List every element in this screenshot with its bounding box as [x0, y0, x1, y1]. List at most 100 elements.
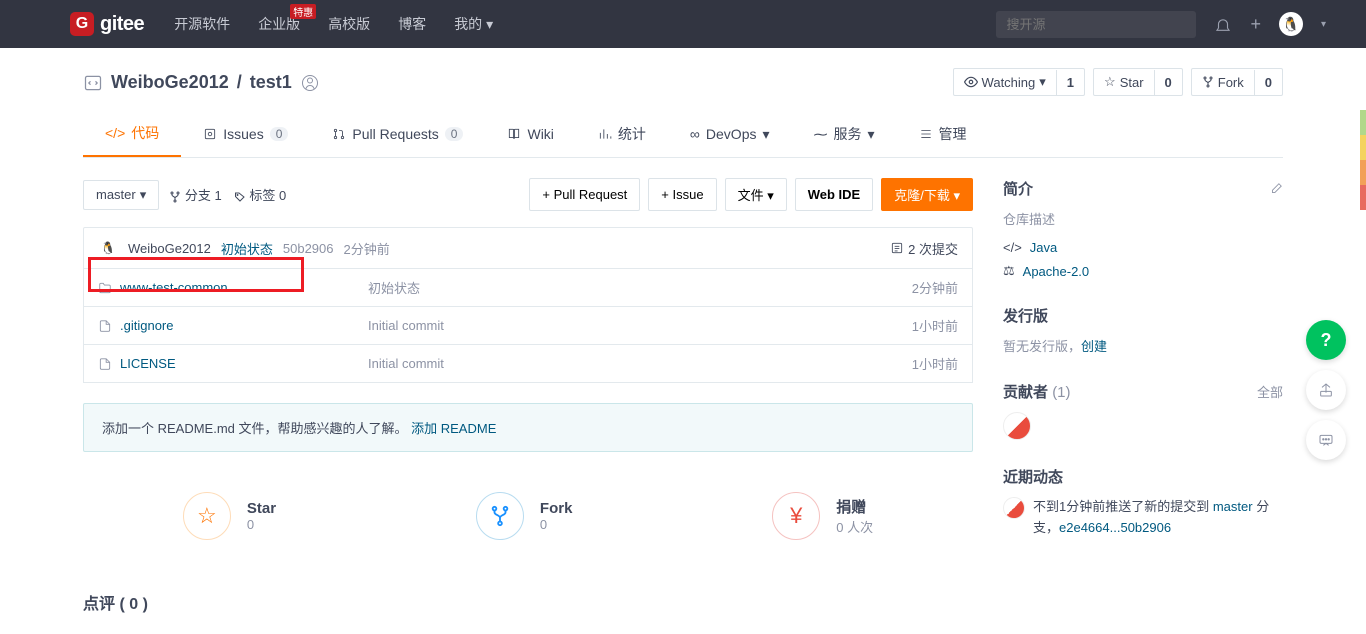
share-button[interactable]: [1306, 370, 1346, 410]
license-icon: ⚖: [1003, 263, 1015, 279]
help-button[interactable]: ?: [1306, 320, 1346, 360]
nav-right: + 🐧 ▾: [996, 11, 1326, 38]
web-ide-button[interactable]: Web IDE: [795, 178, 874, 211]
top-nav: G gitee 开源软件 企业版 特惠 高校版 博客 我的 ▾ + 🐧 ▾: [0, 0, 1366, 48]
repo-actions: Watching▾ 1 ☆ Star 0 Fork 0: [953, 68, 1283, 96]
service-icon: ⁓: [814, 126, 828, 143]
activity-avatar[interactable]: [1003, 497, 1025, 519]
star-button[interactable]: ☆ Star 0: [1093, 68, 1183, 96]
add-readme-link[interactable]: 添加 README: [411, 421, 496, 436]
file-button[interactable]: 文件 ▾: [725, 178, 787, 211]
commit-time: 2分钟前: [344, 239, 390, 258]
stats-icon: [598, 127, 612, 141]
tab-service[interactable]: ⁓服务▾: [792, 111, 897, 157]
branch-icon: [169, 191, 181, 203]
issues-icon: [203, 127, 217, 141]
file-message[interactable]: Initial commit: [368, 318, 912, 333]
info-links: 分支 1 标签 0: [169, 185, 286, 204]
repo-tabs: </>代码 Issues0 Pull Requests0 Wiki 统计 ∞De…: [83, 111, 1283, 158]
contributor-avatar[interactable]: [1003, 412, 1031, 440]
file-name-link[interactable]: LICENSE: [120, 356, 176, 371]
nav-links: 开源软件 企业版 特惠 高校版 博客 我的 ▾: [174, 14, 493, 34]
file-time: 1小时前: [912, 354, 958, 373]
stat-fork[interactable]: Fork0: [476, 492, 573, 540]
file-name-link[interactable]: .gitignore: [120, 318, 173, 333]
activity-text: 不到1分钟前推送了新的提交到 master 分支，e2e4664...50b29…: [1033, 497, 1283, 539]
tab-stats[interactable]: 统计: [576, 111, 668, 157]
side-colorbar: [1360, 110, 1366, 210]
file-row[interactable]: LICENSE Initial commit 1小时前: [84, 345, 972, 382]
nav-blog[interactable]: 博客: [398, 14, 426, 34]
sidebar-releases: 发行版 暂无发行版，创建: [1003, 305, 1283, 355]
file-list: www-test-common 初始状态 2分钟前 .gitignore Ini…: [83, 269, 973, 383]
stat-star[interactable]: ☆ Star0: [183, 492, 276, 540]
tab-code[interactable]: </>代码: [83, 111, 181, 157]
pull-request-button[interactable]: + Pull Request: [529, 178, 640, 211]
branches-link[interactable]: 分支 1: [169, 185, 221, 204]
sidebar-activity: 近期动态 不到1分钟前推送了新的提交到 master 分支，e2e4664...…: [1003, 466, 1283, 539]
logo[interactable]: G gitee: [70, 12, 144, 36]
file-time: 1小时前: [912, 316, 958, 335]
file-row[interactable]: .gitignore Initial commit 1小时前: [84, 307, 972, 345]
fork-button[interactable]: Fork 0: [1191, 68, 1283, 96]
clone-button[interactable]: 克隆/下载 ▾: [881, 178, 973, 211]
star-icon: ☆: [183, 492, 231, 540]
commit-sha[interactable]: 50b2906: [283, 241, 334, 256]
manage-icon: [919, 127, 933, 141]
sidebar-intro: 简介 仓库描述 </>Java ⚖Apache-2.0: [1003, 178, 1283, 279]
logo-icon: G: [70, 12, 94, 36]
tab-devops[interactable]: ∞DevOps▾: [668, 111, 792, 157]
repo-owner-link[interactable]: WeiboGe2012: [111, 72, 229, 93]
nav-mine[interactable]: 我的 ▾: [454, 14, 493, 34]
chevron-down-icon[interactable]: ▾: [1321, 19, 1326, 30]
bell-icon[interactable]: [1214, 14, 1232, 35]
language-item: </>Java: [1003, 240, 1283, 255]
repo-name-link[interactable]: test1: [250, 72, 292, 93]
activity-sha-link[interactable]: e2e4664...50b2906: [1059, 520, 1171, 535]
create-release-link[interactable]: 创建: [1081, 339, 1107, 354]
branch-select[interactable]: master ▾: [83, 180, 159, 210]
tags-link[interactable]: 标签 0: [234, 185, 286, 204]
code-tab-icon: </>: [105, 125, 125, 141]
nav-enterprise[interactable]: 企业版 特惠: [258, 14, 300, 34]
search-input[interactable]: [996, 11, 1196, 38]
stat-donate[interactable]: ¥ 捐赠0 人次: [772, 492, 873, 540]
file-name-link[interactable]: www-test-common: [120, 280, 228, 295]
tab-manage[interactable]: 管理: [897, 111, 989, 157]
file-icon: [98, 318, 112, 334]
nav-open-source[interactable]: 开源软件: [174, 14, 230, 34]
readme-prompt: 添加一个 README.md 文件，帮助感兴趣的人了解。 添加 README: [83, 403, 973, 452]
edit-icon[interactable]: [1269, 181, 1283, 197]
wiki-icon: [507, 127, 521, 141]
tab-pr[interactable]: Pull Requests0: [310, 111, 485, 157]
fork-icon: [476, 492, 524, 540]
tab-wiki[interactable]: Wiki: [485, 111, 575, 157]
float-buttons: ?: [1306, 320, 1346, 460]
file-message[interactable]: 初始状态: [368, 278, 912, 297]
commit-bar: 🐧 WeiboGe2012 初始状态 50b2906 2分钟前 2 次提交: [83, 227, 973, 269]
commit-count[interactable]: 2 次提交: [890, 239, 958, 258]
issue-button[interactable]: + Issue: [648, 178, 716, 211]
code-icon: [83, 71, 103, 92]
toolbar: master ▾ 分支 1 标签 0 + Pull Request + Issu…: [83, 178, 973, 211]
nav-education[interactable]: 高校版: [328, 14, 370, 34]
all-contributors-link[interactable]: 全部: [1257, 382, 1283, 401]
user-avatar[interactable]: 🐧: [1279, 12, 1303, 36]
sidebar-contributors: 贡献者 (1)全部: [1003, 381, 1283, 440]
activity-branch-link[interactable]: master: [1213, 499, 1253, 514]
file-row[interactable]: www-test-common 初始状态 2分钟前: [84, 269, 972, 307]
license-item: ⚖Apache-2.0: [1003, 263, 1283, 279]
repo-header: WeiboGe2012 / test1 Watching▾ 1 ☆ Star 0…: [83, 68, 1283, 111]
commit-author[interactable]: WeiboGe2012: [128, 241, 211, 256]
watching-button[interactable]: Watching▾ 1: [953, 68, 1085, 96]
donate-icon: ¥: [772, 492, 820, 540]
repo-description: 仓库描述: [1003, 209, 1283, 228]
repo-title: WeiboGe2012 / test1: [83, 71, 320, 92]
devops-icon: ∞: [690, 126, 700, 142]
tab-issues[interactable]: Issues0: [181, 111, 310, 157]
plus-icon[interactable]: +: [1250, 14, 1261, 35]
file-message[interactable]: Initial commit: [368, 356, 912, 371]
feedback-button[interactable]: [1306, 420, 1346, 460]
folder-icon: [98, 280, 112, 296]
commit-message[interactable]: 初始状态: [221, 239, 273, 258]
